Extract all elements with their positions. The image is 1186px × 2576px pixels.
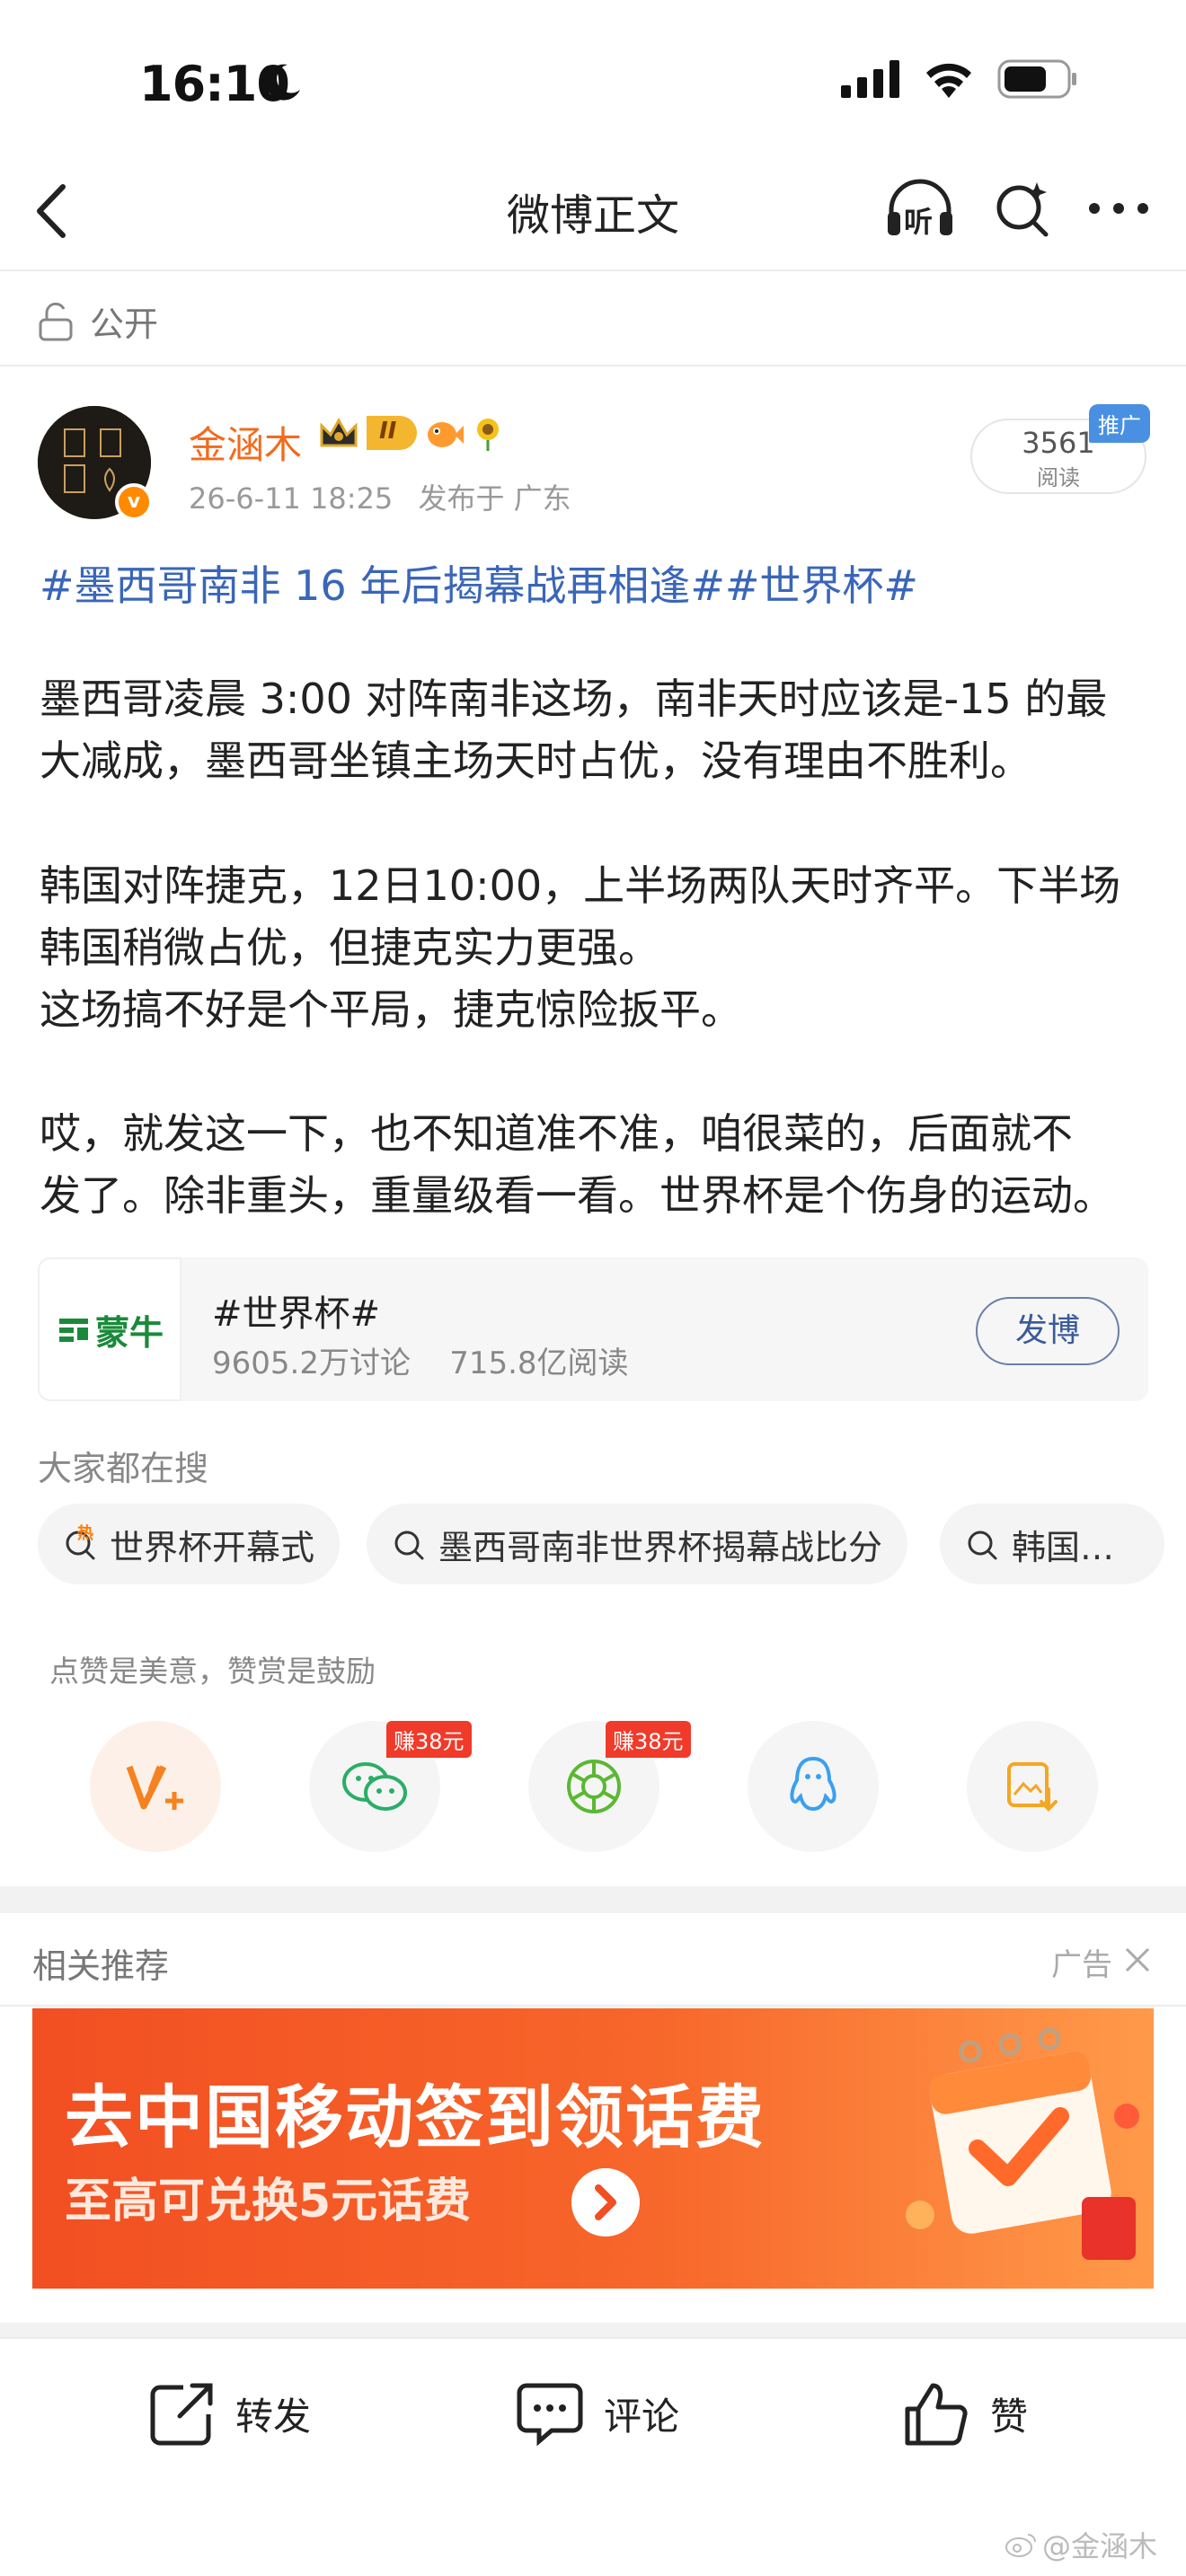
sunflower-icon (477, 419, 499, 451)
search-chip-label: 韩国… (1012, 1527, 1115, 1567)
search-icon (394, 1531, 424, 1560)
text-line: 发了。除非重头，重量级看一看。世界杯是个伤身的运动。 (40, 1171, 1114, 1220)
reward-button[interactable] (90, 1721, 221, 1852)
post-to-topic-button[interactable]: 发博 (976, 1297, 1120, 1365)
verified-badge: v (115, 483, 153, 521)
ad-label: 广告 (1051, 1947, 1112, 1983)
reward-hint: 点赞是美意，赞赏是鼓励 (49, 1654, 376, 1689)
topic-hashtags[interactable]: #墨西哥南非 16 年后揭幕战再相逢##世界杯# (40, 553, 918, 613)
text-line: 韩国稍微占优，但捷克实力更强。 (40, 923, 659, 972)
text-line: 这场搞不好是个平局，捷克惊险扳平。 (40, 985, 742, 1034)
hot-search-icon: 热 (63, 1524, 99, 1562)
like-label: 赞 (990, 2394, 1029, 2439)
save-image-button[interactable] (967, 1721, 1098, 1852)
vplus-reward-icon (126, 1765, 183, 1810)
watermark-text: @金涵木 (1042, 2529, 1158, 2563)
earn-badge: 赚38元 (386, 1721, 472, 1758)
search-chip[interactable]: 墨西哥南非世界杯揭幕战比分 (367, 1504, 908, 1584)
listen-button[interactable]: 听 (884, 176, 956, 241)
qq-penguin-icon (790, 1756, 836, 1812)
mengniu-logo-icon (58, 1319, 88, 1342)
text-line: 韩国对阵捷克，12日10:00，上半场两队天时齐平。下半场 (40, 861, 1121, 910)
status-icons (841, 59, 1078, 99)
post-timestamp: 26-6-11 18:25 (189, 481, 394, 516)
like-button[interactable]: 赞 (902, 2380, 1028, 2447)
search-chip-label: 墨西哥南非世界杯揭幕战比分 (438, 1527, 883, 1567)
cellular-signal-icon (841, 60, 899, 98)
author-name[interactable]: 金涵木 (189, 415, 302, 470)
post-paragraph: 墨西哥凌晨 3:00 对阵南非这场，南非天时应该是-15 的最 大减成，墨西哥坐… (40, 668, 1154, 792)
text-line: 墨西哥凌晨 3:00 对阵南非这场，南非天时应该是-15 的最 (40, 675, 1108, 723)
visibility-label: 公开 (90, 304, 159, 344)
repost-button[interactable]: 转发 (147, 2380, 311, 2447)
divider (0, 269, 1186, 271)
post-paragraph: 哎，就发这一下，也不知道准不准，咱很菜的，后面就不 发了。除非重头，重量级看一看… (40, 1103, 1154, 1227)
listen-label: 听 (904, 205, 934, 239)
trending-searches-heading: 大家都在搜 (38, 1449, 209, 1488)
search-icon (968, 1531, 997, 1560)
post-meta: 26-6-11 18:25 发布于 广东 (189, 476, 571, 517)
thumbs-up-icon (905, 2383, 968, 2446)
battery-icon (997, 59, 1076, 99)
wechat-icon (342, 1762, 407, 1811)
share-qq-button[interactable] (748, 1721, 879, 1852)
comment-button[interactable]: 评论 (516, 2380, 679, 2447)
watermark: @金涵木 (1005, 2524, 1157, 2565)
arrow-right-icon[interactable] (571, 2168, 640, 2236)
section-separator (0, 1886, 1186, 1913)
related-title: 相关推荐 (32, 1946, 170, 1986)
banner-title: 去中国移动签到领话费 (65, 2078, 766, 2157)
save-image-icon (1007, 1762, 1058, 1812)
text-line: 哎，就发这一下，也不知道准不准，咱很菜的，后面就不 (40, 1109, 1073, 1158)
divider (0, 365, 1186, 366)
repost-icon (150, 2383, 213, 2446)
crown-icon (320, 417, 358, 447)
earn-badge: 赚38元 (606, 1721, 691, 1758)
more-options-icon[interactable] (1087, 199, 1150, 217)
promo-tag: 推广 (1089, 404, 1150, 443)
post-paragraph: 韩国对阵捷克，12日10:00，上半场两队天时齐平。下半场 韩国稍微占优，但捷克… (40, 855, 1154, 1041)
banner-subtitle: 至高可兑换5元话费 (65, 2175, 472, 2228)
unlock-icon (39, 302, 73, 340)
calendar-check-icon (906, 2027, 1139, 2260)
fish-icon (428, 422, 464, 447)
search-chip[interactable]: 热 世界杯开幕式 (38, 1504, 341, 1584)
hot-badge: 热 (77, 1524, 93, 1543)
do-not-disturb-moon-icon (265, 64, 300, 101)
sponsor-logo: 蒙牛 (38, 1257, 181, 1401)
post-location: 发布于 广东 (418, 481, 571, 516)
nav-actions: 听 (884, 176, 1150, 241)
read-count-label: 阅读 (1037, 465, 1080, 490)
weibo-logo-icon (1005, 2534, 1036, 2557)
wifi-icon (926, 63, 971, 98)
sponsor-logo-text: 蒙牛 (94, 1312, 164, 1353)
divider (0, 2005, 1186, 2007)
level-badge: II (367, 416, 417, 450)
level-badge-text: II (379, 418, 397, 445)
visibility-indicator: 公开 (38, 296, 158, 346)
spark-search-icon[interactable] (992, 179, 1051, 238)
close-ad-icon[interactable] (1121, 1944, 1154, 1976)
comment-label: 评论 (604, 2394, 680, 2439)
repost-label: 转发 (235, 2394, 312, 2439)
moments-aperture-icon (567, 1760, 621, 1813)
comment-icon (517, 2383, 583, 2447)
text-line: 大减成，墨西哥坐镇主场天时占优，没有理由不胜利。 (40, 737, 1031, 785)
topic-card-stats: 9605.2万讨论 715.8亿阅读 (212, 1345, 629, 1381)
user-badges[interactable]: II (318, 415, 505, 451)
section-separator (0, 2323, 1186, 2337)
search-chip[interactable]: 韩国… (940, 1504, 1164, 1584)
search-chip-label: 世界杯开幕式 (110, 1527, 315, 1567)
topic-card-title: #世界杯# (212, 1293, 381, 1335)
